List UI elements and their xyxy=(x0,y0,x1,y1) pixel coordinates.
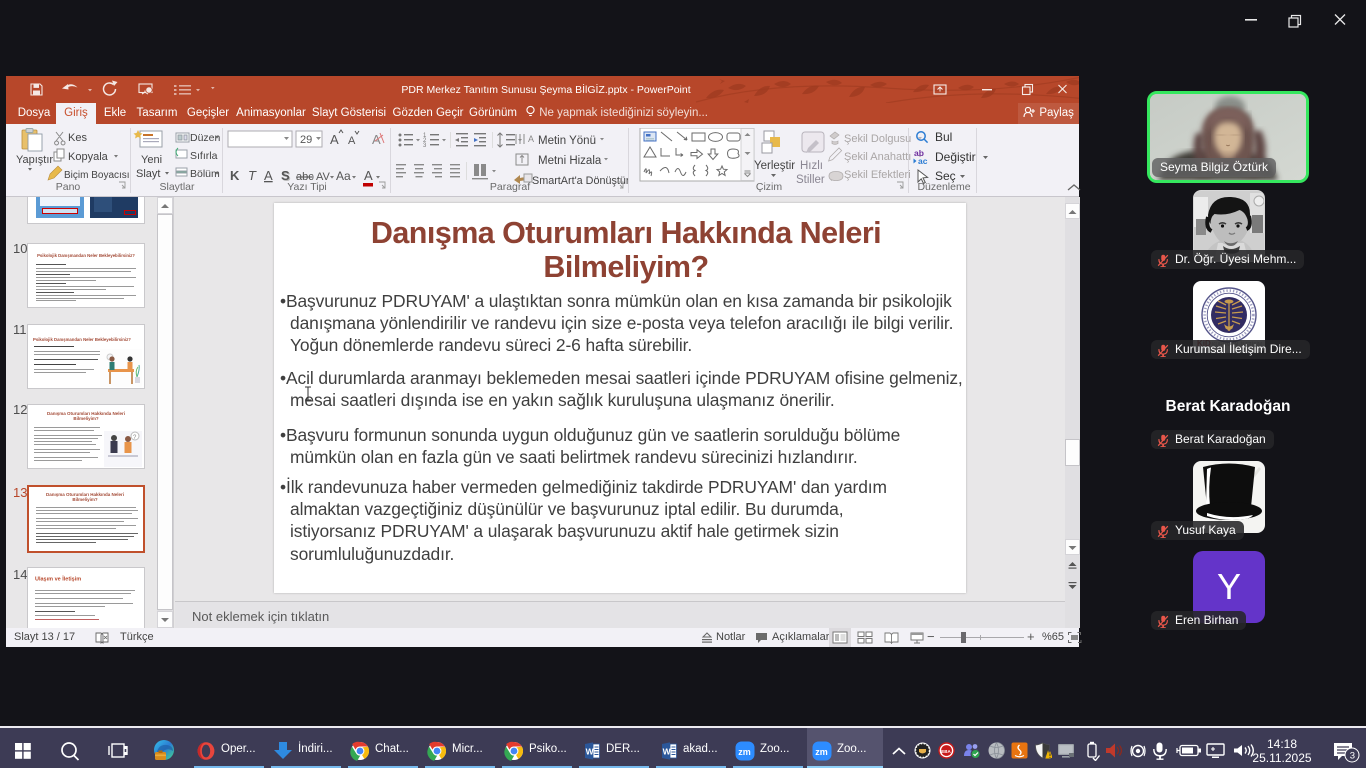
svg-text:zm: zm xyxy=(815,747,828,757)
svg-text:Hızlı: Hızlı xyxy=(800,160,823,172)
svg-text:Metni Hizala: Metni Hizala xyxy=(538,155,602,167)
svg-text:Düzen: Düzen xyxy=(190,132,221,144)
svg-text:EBA: EBA xyxy=(941,749,951,754)
svg-text:zm: zm xyxy=(738,747,751,757)
svg-text:Kopyala: Kopyala xyxy=(68,151,109,163)
svg-text:A: A xyxy=(348,135,356,147)
svg-text:Kes: Kes xyxy=(68,132,87,144)
svg-text:W: W xyxy=(586,747,595,757)
svg-text:PDR Merkez Tanıtım Sunusu Şeym: PDR Merkez Tanıtım Sunusu Şeyma BİlGİZ.p… xyxy=(401,83,690,96)
svg-text:Şekil Efektleri: Şekil Efektleri xyxy=(844,169,911,181)
svg-text:Metin Yönü: Metin Yönü xyxy=(538,135,596,147)
svg-text:Biçim Boyacısı: Biçim Boyacısı xyxy=(64,170,130,181)
svg-text:Yeni: Yeni xyxy=(141,154,162,166)
svg-text:29: 29 xyxy=(300,134,312,146)
svg-text:Slayt: Slayt xyxy=(136,168,160,180)
svg-text:Değiştir: Değiştir xyxy=(935,150,976,164)
svg-text:3: 3 xyxy=(423,143,427,149)
svg-text:3: 3 xyxy=(1350,751,1355,762)
svg-text:Sıfırla: Sıfırla xyxy=(190,150,218,162)
svg-text:A: A xyxy=(330,132,339,147)
svg-text:Yerleştir: Yerleştir xyxy=(754,160,795,172)
svg-text:Yapıştır: Yapıştır xyxy=(16,154,53,166)
svg-text:Şekil Dolgusu: Şekil Dolgusu xyxy=(844,133,911,145)
svg-text:Şekil Anahattı: Şekil Anahattı xyxy=(844,151,911,163)
svg-text:W: W xyxy=(663,747,672,757)
svg-text:A: A xyxy=(528,134,534,144)
svg-text:ac: ac xyxy=(918,156,928,166)
svg-text:Bölüm: Bölüm xyxy=(190,168,220,180)
svg-text:Bul: Bul xyxy=(935,130,952,144)
